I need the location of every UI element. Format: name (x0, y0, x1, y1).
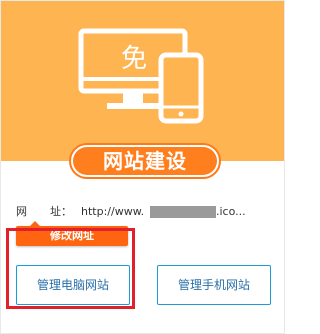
website-card: 免 网站建设 网 址： http://www. .ico... 修改网址 管理电… (0, 0, 285, 334)
manage-mobile-site-button[interactable]: 管理手机网站 (157, 265, 271, 305)
url-label-part1: 网 (16, 205, 27, 218)
manage-mobile-site-label: 管理手机网站 (177, 278, 250, 292)
hero-banner: 免 (1, 1, 284, 161)
tooltip-arrow (30, 221, 40, 226)
page-title: 网站建设 (73, 147, 217, 175)
url-prefix: http://www. (81, 205, 145, 218)
manage-pc-site-label: 管理电脑网站 (36, 278, 109, 292)
free-label: 免 (120, 44, 147, 74)
url-row: 网 址： http://www. .ico... (16, 204, 276, 220)
url-suffix: .ico... (216, 205, 246, 218)
url-label-part2: 址： (50, 205, 72, 218)
title-badge: 网站建设 (69, 143, 221, 179)
url-redacted-block (150, 206, 216, 218)
devices-icon (78, 28, 204, 124)
manage-pc-site-button[interactable]: 管理电脑网站 (16, 265, 130, 305)
